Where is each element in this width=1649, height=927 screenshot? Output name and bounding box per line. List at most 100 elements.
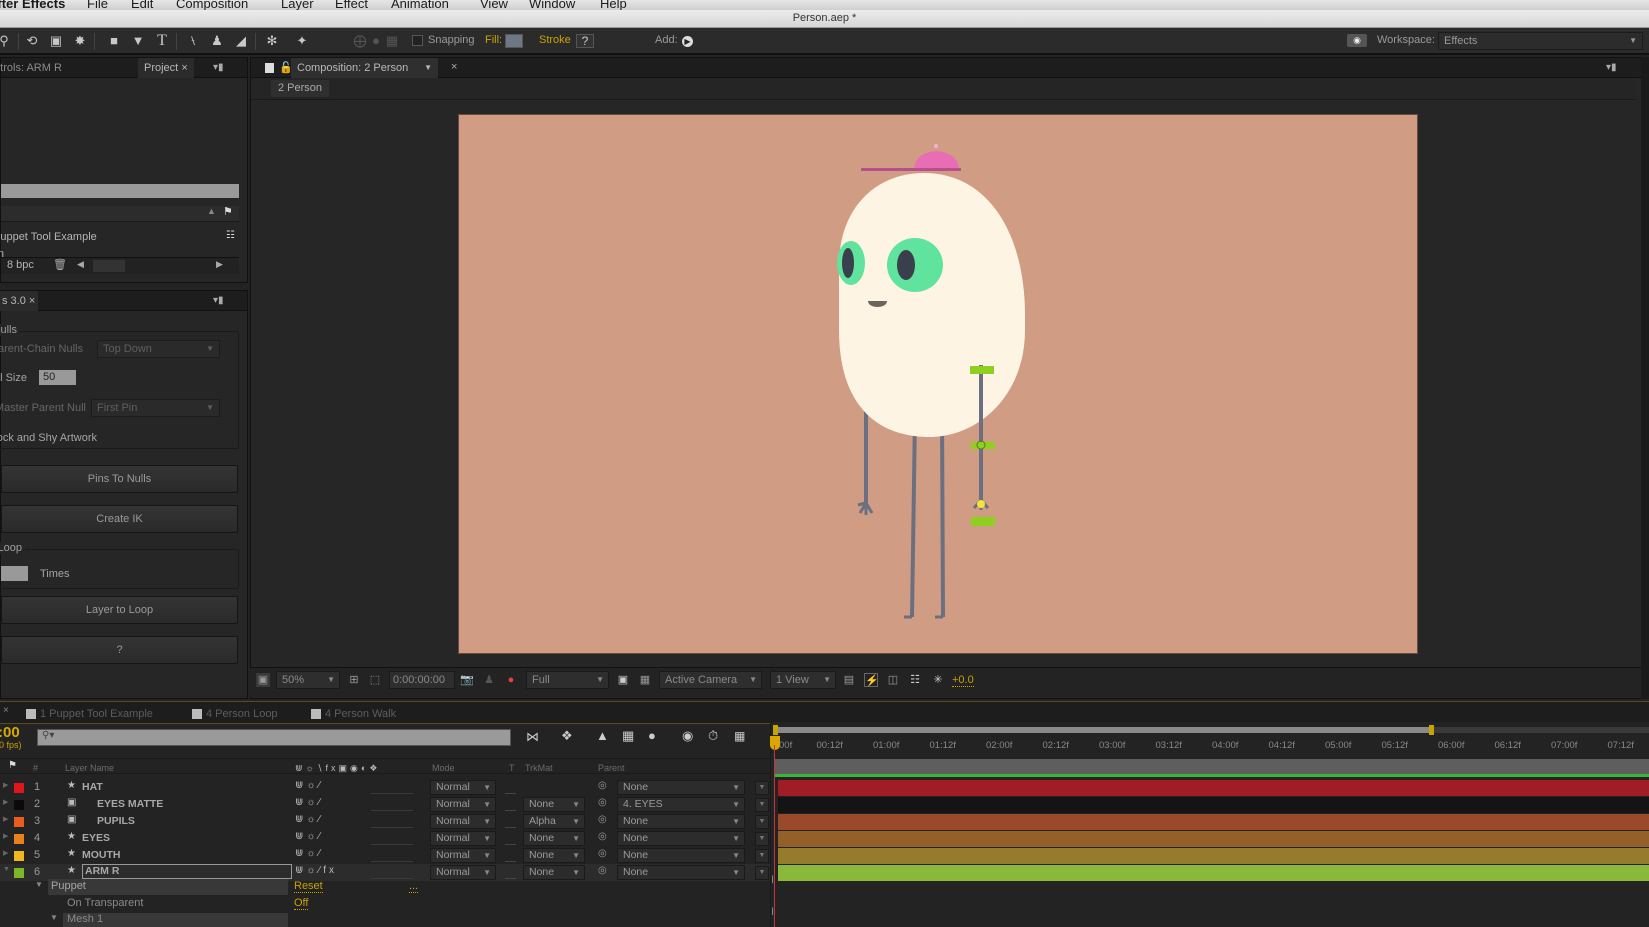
- keyframe-navigator[interactable]: I: [771, 906, 774, 918]
- snapping-checkbox[interactable]: [412, 35, 423, 46]
- layer-name[interactable]: EYES: [82, 832, 110, 844]
- layer-av-switches[interactable]: [371, 799, 413, 811]
- tab-puppet-tool-example[interactable]: 1 Puppet Tool Example: [22, 704, 153, 724]
- clone-stamp-tool-icon[interactable]: ♟: [209, 33, 225, 49]
- close-icon[interactable]: ×: [451, 61, 457, 73]
- layer-name[interactable]: HAT: [82, 781, 103, 793]
- pen-tool-icon[interactable]: ▼: [130, 33, 146, 49]
- color-channels-icon[interactable]: ●: [504, 673, 518, 687]
- close-icon[interactable]: ×: [29, 295, 35, 307]
- show-snapshot-icon[interactable]: ♟: [482, 673, 496, 687]
- blend-mode-dropdown[interactable]: Normal ▼: [430, 865, 496, 880]
- layer-name[interactable]: PUPILS: [97, 815, 135, 827]
- fast-previews-icon[interactable]: ⚡: [864, 673, 879, 687]
- layer-av-switches[interactable]: [371, 816, 413, 828]
- current-time-indicator-head[interactable]: [770, 736, 780, 750]
- layer-label-color[interactable]: [14, 868, 24, 878]
- vertical-scrollbar[interactable]: [1641, 57, 1649, 699]
- project-item[interactable]: Puppet Tool Example: [0, 231, 97, 243]
- puppet-reset-link[interactable]: Reset: [294, 880, 323, 893]
- layer-label-color[interactable]: [14, 800, 24, 810]
- camera-tool-icon[interactable]: ▣: [48, 33, 64, 49]
- expand-triangle-icon[interactable]: ▶: [3, 781, 8, 789]
- bit-depth-button[interactable]: 8 bpc: [7, 259, 34, 271]
- current-time-indicator-line[interactable]: [774, 745, 775, 927]
- fill-color-swatch[interactable]: [505, 34, 523, 48]
- mask-visibility-icon[interactable]: ⬚: [368, 673, 382, 687]
- menu-animation[interactable]: Animation: [391, 0, 449, 10]
- layer-row[interactable]: ▶ 3 ▣ PUPILS ⋓☼∕ Normal ▼ Alpha ▼ ◎ None ▼: [0, 813, 770, 830]
- layer-av-switches[interactable]: [371, 833, 413, 845]
- create-ik-button[interactable]: Create IK: [1, 505, 238, 533]
- preserve-transparency-toggle[interactable]: [505, 867, 516, 879]
- null-size-input[interactable]: 50: [39, 370, 76, 385]
- layer-row[interactable]: ▶ 2 ▣ EYES MATTE ⋓☼∕ Normal ▼ None ▼ ◎ 4. EYES ▼: [0, 796, 770, 813]
- preserve-transparency-toggle[interactable]: [505, 850, 516, 862]
- zoom-tool-icon[interactable]: ⚲: [0, 33, 12, 49]
- column-layer-name[interactable]: Layer Name: [65, 763, 114, 773]
- frame-blending-icon[interactable]: ▦: [622, 728, 634, 744]
- safe-zones-icon[interactable]: ⊞: [347, 673, 361, 687]
- track-matte-dropdown[interactable]: None ▼: [523, 797, 585, 812]
- trash-icon[interactable]: 🗑: [53, 258, 67, 271]
- expand-triangle-icon[interactable]: ▶: [3, 849, 8, 857]
- puppet-options-link[interactable]: ...: [409, 880, 419, 893]
- expand-triangle-icon[interactable]: ▶: [3, 815, 8, 823]
- layer-switches[interactable]: ⋓☼∕fx: [295, 865, 337, 876]
- lock-shy-checkbox[interactable]: Lock and Shy Artwork: [0, 432, 97, 444]
- menu-file[interactable]: File: [87, 0, 108, 10]
- scroll-left-icon[interactable]: ◀: [77, 259, 84, 270]
- on-transparent-value[interactable]: Off: [294, 897, 309, 910]
- chevron-down-icon[interactable]: ▼: [424, 58, 432, 78]
- stroke-color-swatch[interactable]: ?: [576, 34, 594, 48]
- pick-whip-icon[interactable]: ◎: [598, 831, 607, 842]
- pick-whip-icon[interactable]: ◎: [598, 780, 607, 791]
- always-preview-icon[interactable]: ▣: [256, 673, 270, 687]
- shy-layers-icon[interactable]: ▲: [596, 728, 609, 743]
- layer-switches[interactable]: ⋓☼∕: [295, 848, 323, 859]
- fill-label[interactable]: Fill:: [485, 34, 502, 46]
- blend-mode-dropdown[interactable]: Normal ▼: [430, 797, 496, 812]
- tab-composition[interactable]: Composition: 2 Person ▼: [291, 58, 438, 78]
- breadcrumb[interactable]: 2 Person: [271, 80, 330, 97]
- layer-switches[interactable]: ⋓☼∕: [295, 797, 323, 808]
- time-navigator[interactable]: [775, 727, 1649, 733]
- motion-blur-icon[interactable]: ●: [648, 728, 656, 743]
- preserve-transparency-toggle[interactable]: [505, 816, 516, 828]
- close-icon[interactable]: ×: [181, 62, 187, 74]
- graph-editor-icon[interactable]: ◉: [682, 728, 693, 744]
- layer-duration-bar[interactable]: ▼: [755, 814, 1649, 830]
- layer-duration-bar[interactable]: ▼: [755, 865, 1649, 881]
- pick-whip-icon[interactable]: ◎: [598, 865, 607, 876]
- parent-chain-dropdown[interactable]: Top Down ▼: [97, 340, 220, 358]
- track-matte-dropdown[interactable]: Alpha ▼: [523, 814, 585, 829]
- project-search-input[interactable]: [1, 184, 239, 198]
- layer-switches[interactable]: ⋓☼∕: [295, 814, 323, 825]
- menu-edit[interactable]: Edit: [131, 0, 153, 10]
- expand-triangle-icon[interactable]: ▼: [3, 866, 10, 873]
- layer-av-switches[interactable]: [371, 850, 413, 862]
- blend-mode-dropdown[interactable]: Normal ▼: [430, 814, 496, 829]
- tab-person-walk[interactable]: 4 Person Walk: [307, 704, 396, 724]
- stroke-label[interactable]: Stroke: [539, 34, 571, 46]
- layer-duration-bar[interactable]: ▼: [755, 797, 1649, 813]
- master-parent-dropdown[interactable]: First Pin ▼: [91, 399, 220, 417]
- layer-row[interactable]: ▶ 1 ★ HAT ⋓☼∕ Normal ▼ ◎ None ▼: [0, 779, 770, 796]
- preserve-transparency-toggle[interactable]: [505, 782, 516, 794]
- panel-menu-icon[interactable]: ▾▮: [1606, 62, 1620, 73]
- type-tool-icon[interactable]: T: [154, 33, 170, 49]
- menu-help[interactable]: Help: [600, 0, 627, 10]
- exposure-value[interactable]: +0.0: [952, 674, 974, 687]
- help-button[interactable]: ?: [1, 636, 238, 664]
- scroll-right-icon[interactable]: ▶: [216, 259, 223, 270]
- parent-dropdown[interactable]: None ▼: [617, 780, 745, 795]
- resolution-dropdown[interactable]: Full ▼: [526, 671, 609, 689]
- tab-effect-controls[interactable]: Effect Controls: ARM R: [0, 58, 68, 78]
- layer-duration-bar[interactable]: ▼: [755, 831, 1649, 847]
- workspace-dropdown[interactable]: Effects ▼: [1438, 32, 1643, 50]
- label-tag-icon[interactable]: ⚑: [223, 205, 233, 218]
- blend-mode-dropdown[interactable]: Normal ▼: [430, 848, 496, 863]
- local-axis-icon[interactable]: ⨁: [352, 33, 368, 49]
- preserve-transparency-toggle[interactable]: [505, 799, 516, 811]
- tab-puppet-tools[interactable]: s 3.0 ×: [0, 291, 39, 311]
